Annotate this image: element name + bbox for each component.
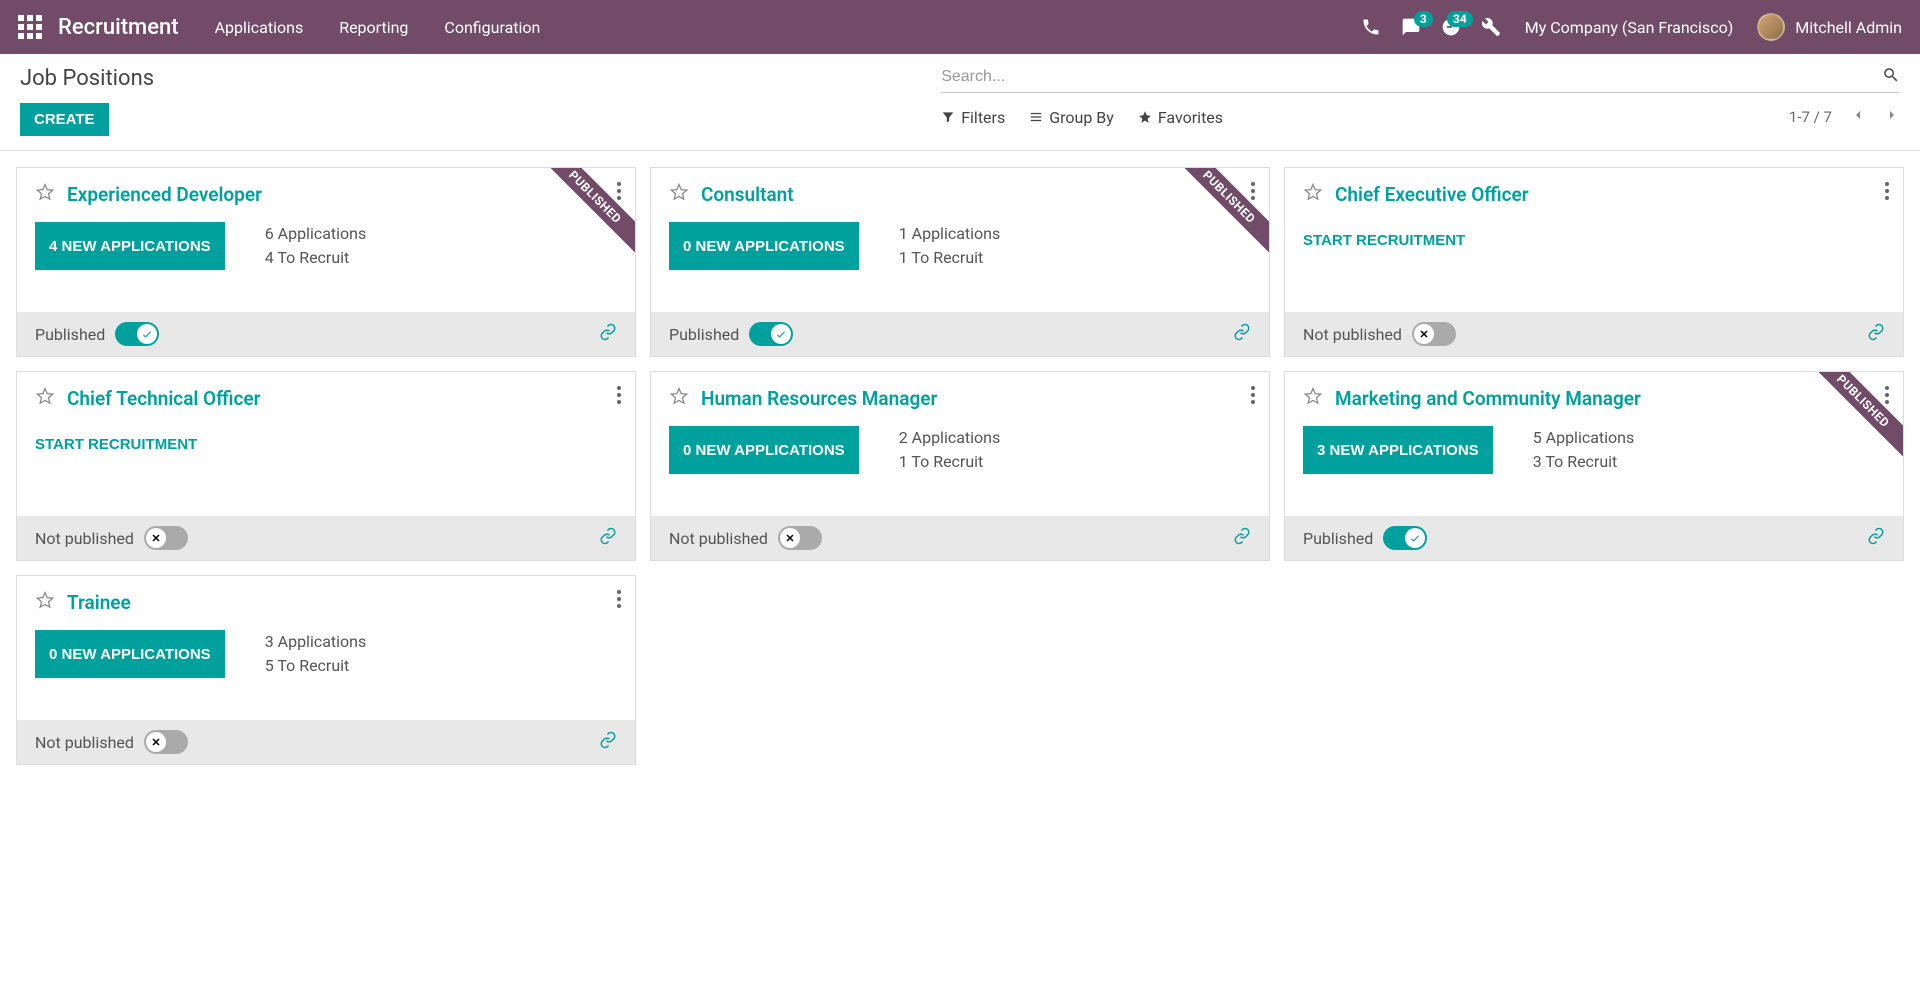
nav-reporting[interactable]: Reporting xyxy=(339,18,408,37)
publish-label: Published xyxy=(35,325,105,344)
avatar xyxy=(1757,13,1785,41)
favorites-button[interactable]: Favorites xyxy=(1138,108,1223,127)
job-stats: 3 Applications5 To Recruit xyxy=(265,630,367,678)
job-stats: 1 Applications1 To Recruit xyxy=(899,222,1001,270)
publish-toggle[interactable] xyxy=(144,526,188,550)
link-icon[interactable] xyxy=(599,527,617,549)
job-title-link[interactable]: Human Resources Manager xyxy=(701,387,937,410)
nav-configuration[interactable]: Configuration xyxy=(444,18,540,37)
star-icon xyxy=(1138,110,1152,124)
publish-toggle[interactable] xyxy=(778,526,822,550)
start-recruitment-button[interactable]: START RECRUITMENT xyxy=(35,426,197,463)
card-footer: Not published xyxy=(17,720,635,764)
activities-badge: 34 xyxy=(1447,11,1473,27)
job-title-link[interactable]: Chief Executive Officer xyxy=(1335,183,1529,206)
job-card: PUBLISHEDConsultant0 NEW APPLICATIONS1 A… xyxy=(650,167,1270,357)
filters-button[interactable]: Filters xyxy=(941,108,1005,127)
search-input[interactable] xyxy=(941,68,1882,86)
card-menu-icon[interactable] xyxy=(617,386,621,408)
publish-label: Not published xyxy=(1303,325,1402,344)
apps-icon[interactable] xyxy=(18,15,42,39)
favorite-star-icon[interactable] xyxy=(35,386,55,410)
link-icon[interactable] xyxy=(599,323,617,345)
list-icon xyxy=(1029,110,1043,124)
new-applications-button[interactable]: 0 NEW APPLICATIONS xyxy=(35,630,225,678)
publish-label: Not published xyxy=(35,733,134,752)
start-recruitment-button[interactable]: START RECRUITMENT xyxy=(1303,222,1465,259)
favorite-star-icon[interactable] xyxy=(669,182,689,206)
pager-next[interactable] xyxy=(1884,107,1900,127)
card-menu-icon[interactable] xyxy=(1885,182,1889,204)
publish-toggle[interactable] xyxy=(144,730,188,754)
control-panel: Job Positions CREATE Filters Grou xyxy=(0,54,1920,151)
pager-prev[interactable] xyxy=(1850,107,1866,127)
top-nav: Recruitment Applications Reporting Confi… xyxy=(0,0,1920,54)
job-title-link[interactable]: Consultant xyxy=(701,183,794,206)
messages-badge: 3 xyxy=(1414,11,1433,27)
job-card: Trainee 0 NEW APPLICATIONS 3 Applications5… xyxy=(16,575,636,765)
job-card: Chief Technical Officer START RECRUITMENT… xyxy=(16,371,636,561)
job-card: Chief Executive Officer START RECRUITMENT… xyxy=(1284,167,1904,357)
card-footer: Published xyxy=(651,312,1269,356)
job-title-link[interactable]: Trainee xyxy=(67,591,131,614)
card-menu-icon[interactable] xyxy=(1251,182,1255,204)
job-card: PUBLISHEDMarketing and Community Manager… xyxy=(1284,371,1904,561)
link-icon[interactable] xyxy=(1233,527,1251,549)
publish-toggle[interactable] xyxy=(115,322,159,346)
favorite-star-icon[interactable] xyxy=(1303,386,1323,410)
publish-toggle[interactable] xyxy=(1383,526,1427,550)
publish-label: Published xyxy=(1303,529,1373,548)
link-icon[interactable] xyxy=(1867,527,1885,549)
link-icon[interactable] xyxy=(1867,323,1885,345)
favorite-star-icon[interactable] xyxy=(35,182,55,206)
card-footer: Published xyxy=(1285,516,1903,560)
job-title-link[interactable]: Marketing and Community Manager xyxy=(1335,387,1641,410)
user-menu[interactable]: Mitchell Admin xyxy=(1757,13,1902,41)
job-card: Human Resources Manager 0 NEW APPLICATION… xyxy=(650,371,1270,561)
new-applications-button[interactable]: 0 NEW APPLICATIONS xyxy=(669,426,859,474)
kanban-board: PUBLISHEDExperienced Developer4 NEW APPL… xyxy=(0,151,1920,781)
publish-label: Published xyxy=(669,325,739,344)
card-menu-icon[interactable] xyxy=(1251,386,1255,408)
link-icon[interactable] xyxy=(1233,323,1251,345)
publish-toggle[interactable] xyxy=(749,322,793,346)
tools-icon[interactable] xyxy=(1481,17,1501,37)
new-applications-button[interactable]: 4 NEW APPLICATIONS xyxy=(35,222,225,270)
company-selector[interactable]: My Company (San Francisco) xyxy=(1525,18,1734,37)
new-applications-button[interactable]: 0 NEW APPLICATIONS xyxy=(669,222,859,270)
card-footer: Not published xyxy=(1285,312,1903,356)
user-name: Mitchell Admin xyxy=(1795,18,1902,37)
activities-icon[interactable]: 34 xyxy=(1441,17,1461,37)
messages-icon[interactable]: 3 xyxy=(1401,17,1421,37)
phone-icon[interactable] xyxy=(1361,17,1381,37)
job-card: PUBLISHEDExperienced Developer4 NEW APPL… xyxy=(16,167,636,357)
card-footer: Published xyxy=(17,312,635,356)
card-menu-icon[interactable] xyxy=(1885,386,1889,408)
publish-toggle[interactable] xyxy=(1412,322,1456,346)
job-title-link[interactable]: Experienced Developer xyxy=(67,183,262,206)
nav-applications[interactable]: Applications xyxy=(215,18,304,37)
job-title-link[interactable]: Chief Technical Officer xyxy=(67,387,260,410)
card-footer: Not published xyxy=(17,516,635,560)
group-by-button[interactable]: Group By xyxy=(1029,108,1114,127)
page-title: Job Positions xyxy=(20,66,941,91)
pager-text: 1-7 / 7 xyxy=(1789,108,1832,126)
card-footer: Not published xyxy=(651,516,1269,560)
favorite-star-icon[interactable] xyxy=(35,590,55,614)
app-brand[interactable]: Recruitment xyxy=(58,15,179,40)
favorite-star-icon[interactable] xyxy=(669,386,689,410)
publish-label: Not published xyxy=(669,529,768,548)
job-stats: 5 Applications3 To Recruit xyxy=(1533,426,1635,474)
publish-label: Not published xyxy=(35,529,134,548)
create-button[interactable]: CREATE xyxy=(20,103,109,136)
job-stats: 6 Applications4 To Recruit xyxy=(265,222,367,270)
search-icon[interactable] xyxy=(1882,66,1900,88)
job-stats: 2 Applications1 To Recruit xyxy=(899,426,1001,474)
card-menu-icon[interactable] xyxy=(617,182,621,204)
new-applications-button[interactable]: 3 NEW APPLICATIONS xyxy=(1303,426,1493,474)
link-icon[interactable] xyxy=(599,731,617,753)
funnel-icon xyxy=(941,110,955,124)
favorite-star-icon[interactable] xyxy=(1303,182,1323,206)
card-menu-icon[interactable] xyxy=(617,590,621,612)
